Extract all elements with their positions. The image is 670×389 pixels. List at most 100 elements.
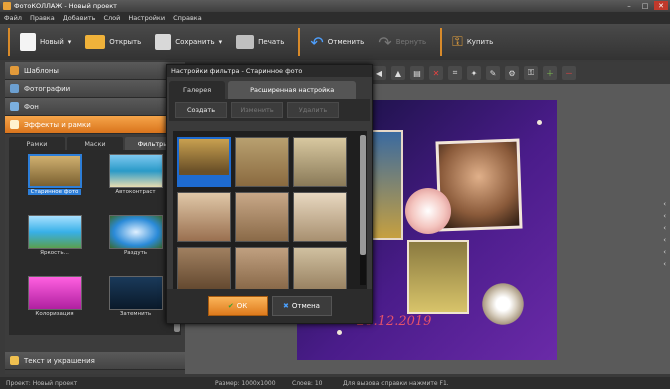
chevron-left-icon[interactable]: ‹ <box>663 200 666 208</box>
status-project: Проект: Новый проект <box>6 379 78 387</box>
save-button[interactable]: Сохранить ▾ <box>155 34 222 50</box>
filter-item[interactable]: Автоконтраст <box>104 154 167 198</box>
pearl-decoration <box>337 330 342 335</box>
new-document-icon <box>20 33 36 51</box>
lock-icon[interactable]: ⚿ <box>524 66 538 80</box>
brooch-decoration[interactable] <box>479 280 527 328</box>
right-nav-arrows: ‹ ‹ ‹ ‹ ‹ ‹ <box>663 200 666 268</box>
section-text-decor[interactable]: Текст и украшения <box>5 352 185 370</box>
menu-layer[interactable]: Слой <box>103 14 120 22</box>
folder-icon <box>85 35 106 49</box>
cancel-icon: ✖ <box>283 302 289 310</box>
redo-button[interactable]: ↷ Вернуть <box>378 33 426 52</box>
effects-subtabs: Рамки Маски Фильтры <box>5 134 185 150</box>
section-background[interactable]: Фон <box>5 98 185 116</box>
dialog-title: Настройки фильтра - Старинное фото <box>167 65 372 77</box>
toolbar-separator <box>440 28 443 56</box>
filter-thumbnail <box>108 215 163 249</box>
open-button[interactable]: Открыть <box>85 35 141 49</box>
main-toolbar: Новый ▾ Открыть Сохранить ▾ Печать ↶ Отмен… <box>0 24 670 60</box>
settings-icon[interactable]: ⚙ <box>505 66 519 80</box>
collage-photo[interactable] <box>407 240 469 314</box>
crop-icon[interactable]: ⌗ <box>448 66 462 80</box>
chevron-left-icon[interactable]: ‹ <box>663 224 666 232</box>
new-button[interactable]: Новый ▾ <box>20 33 71 51</box>
check-icon: ✔ <box>227 302 234 310</box>
menu-edit[interactable]: Правка <box>30 14 55 22</box>
buy-button[interactable]: ⚿ Купить <box>452 34 493 50</box>
filter-thumbnail <box>108 276 163 310</box>
cancel-button[interactable]: ✖ Отмена <box>271 296 332 316</box>
section-effects-frames[interactable]: Эффекты и рамки <box>5 116 185 134</box>
effects-icon[interactable]: ✦ <box>467 66 481 80</box>
text-icon <box>10 356 19 365</box>
filter-preview[interactable] <box>293 192 347 242</box>
filter-preview-grid <box>173 131 367 297</box>
filter-item[interactable]: Яркость... <box>23 215 86 259</box>
menu-file[interactable]: Файл <box>4 14 22 22</box>
window-controls: – □ ✕ <box>622 1 668 10</box>
filter-preview[interactable] <box>177 192 231 242</box>
collage-photo[interactable] <box>369 130 403 240</box>
left-panel: Шаблоны Фотографии Фон Эффекты и рамки Р… <box>5 62 185 374</box>
menu-add[interactable]: Добавить <box>63 14 96 22</box>
window-title: ФотоКОЛЛАЖ - Новый проект <box>14 2 117 10</box>
section-photos[interactable]: Фотографии <box>5 80 185 98</box>
flip-vertical-icon[interactable]: ▲ <box>391 66 405 80</box>
scrollbar-thumb[interactable] <box>360 135 366 255</box>
chevron-down-icon[interactable]: ▾ <box>68 38 72 46</box>
maximize-button[interactable]: □ <box>638 1 652 10</box>
tab-gallery[interactable]: Галерея <box>169 81 226 99</box>
photo-icon <box>10 84 19 93</box>
flip-horizontal-icon[interactable]: ◀ <box>372 66 386 80</box>
flower-decoration[interactable] <box>405 188 451 234</box>
filter-thumbnail <box>27 154 82 188</box>
filters-grid: Старинное фото Автоконтраст Яркость... Р… <box>9 150 181 335</box>
menu-settings[interactable]: Настройки <box>128 14 165 22</box>
filter-preview[interactable] <box>293 137 347 187</box>
chevron-left-icon[interactable]: ‹ <box>663 236 666 244</box>
menu-help[interactable]: Справка <box>173 14 202 22</box>
close-button[interactable]: ✕ <box>654 1 668 10</box>
delete-button[interactable]: Удалить <box>287 102 339 118</box>
align-icon[interactable]: ▤ <box>410 66 424 80</box>
delete-icon[interactable]: ✕ <box>429 66 443 80</box>
filter-item[interactable]: Раздуть <box>104 215 167 259</box>
menu-bar: Файл Правка Добавить Слой Настройки Спра… <box>0 12 670 24</box>
ok-button[interactable]: ✔ ОК <box>207 296 268 316</box>
print-button[interactable]: Печать <box>236 35 284 49</box>
minimize-button[interactable]: – <box>622 1 636 10</box>
undo-button[interactable]: ↶ Отменить <box>310 33 364 52</box>
redo-icon: ↷ <box>378 32 392 52</box>
tab-advanced[interactable]: Расширенная настройка <box>228 81 357 99</box>
filter-preview[interactable] <box>177 137 231 187</box>
dialog-tabs: Галерея Расширенная настройка <box>167 81 372 99</box>
chevron-left-icon[interactable]: ‹ <box>663 248 666 256</box>
chevron-left-icon[interactable]: ‹ <box>663 212 666 220</box>
brush-icon[interactable]: ✎ <box>486 66 500 80</box>
save-icon <box>155 34 172 50</box>
chevron-down-icon[interactable]: ▾ <box>219 38 223 46</box>
status-layers: Слоев: 10 <box>292 379 323 387</box>
filter-item[interactable]: Колоризация <box>23 276 86 320</box>
filter-item[interactable]: Старинное фото <box>23 154 86 198</box>
remove-page-icon[interactable]: － <box>562 66 576 80</box>
dialog-footer: ✔ ОК ✖ Отмена <box>167 289 372 323</box>
background-icon <box>10 102 19 111</box>
edit-button[interactable]: Изменить <box>231 102 283 118</box>
filter-thumbnail <box>27 276 82 310</box>
filter-thumbnail <box>108 154 163 188</box>
add-page-icon[interactable]: ＋ <box>543 66 557 80</box>
tab-masks[interactable]: Маски <box>67 137 123 150</box>
status-help: Для вызова справки нажмите F1. <box>343 379 449 387</box>
dialog-scrollbar[interactable] <box>360 135 366 285</box>
section-templates[interactable]: Шаблоны <box>5 62 185 80</box>
chevron-left-icon[interactable]: ‹ <box>663 260 666 268</box>
filter-preview[interactable] <box>235 137 289 187</box>
effects-icon <box>10 120 19 129</box>
filter-preview[interactable] <box>235 192 289 242</box>
tab-frames[interactable]: Рамки <box>9 137 65 150</box>
filter-item[interactable]: Затемнить <box>104 276 167 320</box>
create-button[interactable]: Создать <box>175 102 227 118</box>
dialog-toolbar: Создать Изменить Удалить <box>169 99 370 121</box>
